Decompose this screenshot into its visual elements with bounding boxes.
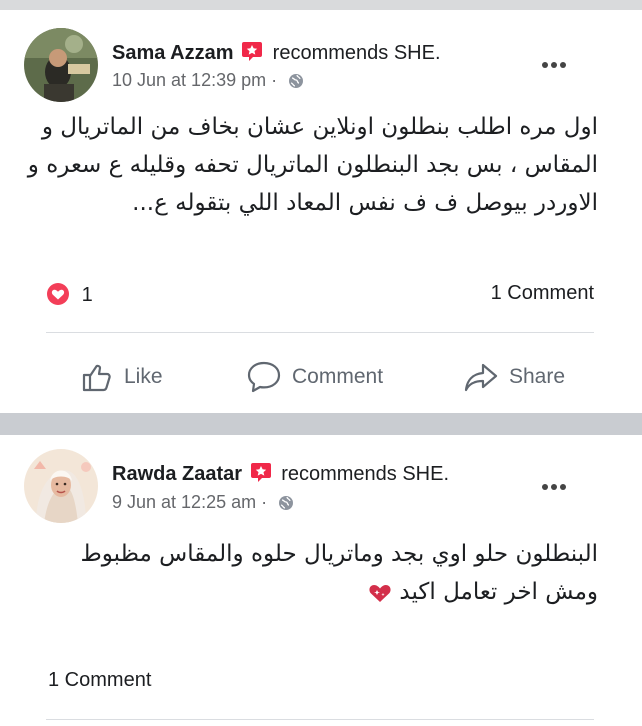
recommends-text: recommends SHE. [281, 463, 450, 485]
meta-separator: · [261, 492, 268, 512]
feed-separator-top [0, 0, 642, 10]
feed-separator [0, 413, 642, 435]
avatar[interactable] [24, 449, 98, 523]
comment-label: Comment [292, 365, 384, 388]
more-options-icon[interactable] [542, 477, 572, 497]
post-meta: 10 Jun at 12:39 pm · [112, 70, 304, 94]
divider [46, 332, 594, 333]
share-button[interactable]: Share [463, 360, 565, 394]
reactions-summary[interactable]: 1 [46, 282, 93, 312]
more-options-icon[interactable] [542, 55, 572, 75]
speech-bubble-icon [247, 361, 281, 393]
timestamp[interactable]: 10 Jun at 12:39 pm [112, 70, 266, 90]
post-card: Rawda Zaatar recommends SHE. 9 Jun at 12… [0, 435, 642, 726]
post-text: البنطلون حلو اوي بجد وماتريال حلوه والمق… [24, 535, 598, 615]
share-arrow-icon [464, 363, 498, 392]
post-header-title: Sama Azzam recommends SHE. [112, 40, 441, 68]
post-card: Sama Azzam recommends SHE. 10 Jun at 12:… [0, 10, 642, 413]
reactions-count: 1 [81, 284, 93, 306]
timestamp[interactable]: 9 Jun at 12:25 am [112, 492, 256, 512]
recommend-badge-icon [241, 40, 263, 68]
like-label: Like [124, 365, 163, 388]
author-name[interactable]: Rawda Zaatar [112, 463, 242, 485]
share-label: Share [509, 365, 566, 388]
love-reaction-icon [46, 282, 70, 312]
comment-button[interactable]: Comment [246, 360, 383, 394]
post-meta: 9 Jun at 12:25 am · [112, 492, 294, 516]
globe-icon [278, 495, 294, 516]
author-name[interactable]: Sama Azzam [112, 42, 234, 64]
comments-count-link[interactable]: 1 Comment [48, 669, 151, 692]
recommends-text: recommends SHE. [272, 42, 441, 64]
globe-icon [288, 73, 304, 94]
post-header-title: Rawda Zaatar recommends SHE. [112, 461, 449, 489]
comments-count-link[interactable]: 1 Comment [491, 282, 594, 305]
divider [46, 719, 594, 720]
like-button[interactable]: Like [80, 360, 163, 394]
avatar[interactable] [24, 28, 98, 102]
sparkling-heart-emoji [368, 577, 392, 615]
meta-separator: · [271, 70, 278, 90]
post-text: اول مره اطلب بنطلون اونلاين عشان بخاف من… [27, 114, 598, 216]
thumbs-up-icon [82, 364, 111, 392]
recommend-badge-icon [250, 461, 272, 489]
post-text-body: البنطلون حلو اوي بجد وماتريال حلوه والمق… [80, 541, 598, 605]
